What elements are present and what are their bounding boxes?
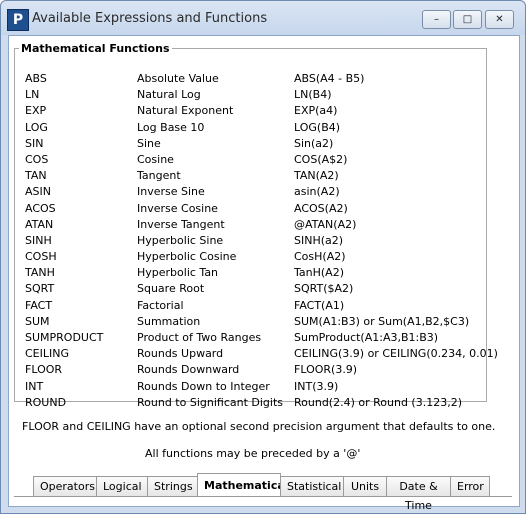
maximize-button[interactable]: □ (453, 10, 482, 29)
function-example: @ATAN(A2) (294, 217, 357, 231)
function-description: Summation (137, 314, 201, 328)
functions-group: Mathematical Functions ABS Absolute Value… (14, 42, 498, 409)
function-description: Rounds Upward (137, 347, 224, 361)
function-example: TAN(A2) (294, 169, 339, 183)
function-description: Rounds Down to Integer (137, 379, 270, 393)
function-example: CEILING(3.9) or CEILING(0.234, 0.01) (294, 347, 498, 361)
function-name: FLOOR (25, 363, 63, 377)
function-description: Inverse Sine (137, 185, 205, 199)
prefix-note: All functions may be preceded by a '@' (145, 447, 361, 460)
minimize-icon: – (434, 14, 439, 25)
function-name: SUMPRODUCT (25, 331, 104, 344)
function-example: Sin(a2) (294, 136, 334, 150)
function-example: FACT(A1) (294, 298, 345, 312)
tab-units[interactable]: Units (343, 476, 387, 496)
maximize-icon: □ (462, 14, 473, 25)
function-name: COS (25, 152, 49, 166)
function-example: CosH(A2) (294, 250, 346, 264)
tab-date-time[interactable]: Date & Time (386, 476, 451, 512)
function-example: ABS(A4 - B5) (294, 72, 365, 85)
function-name: LN (25, 88, 40, 102)
function-example: SQRT($A2) (294, 282, 354, 296)
function-example: LN(B4) (294, 88, 332, 102)
function-example: Round(2.4) or Round (3.123,2) (294, 395, 462, 409)
function-example: SINH(a2) (294, 233, 344, 247)
function-description: Inverse Tangent (137, 217, 225, 231)
function-example: ACOS(A2) (294, 201, 348, 215)
function-description: Tangent (137, 169, 181, 183)
function-name: ASIN (25, 185, 51, 199)
tab-mathematical[interactable]: Mathematical (197, 473, 289, 496)
function-description: Hyperbolic Sine (137, 233, 224, 247)
function-name: EXP (25, 104, 47, 118)
function-name: LOG (25, 120, 48, 134)
group-title: Mathematical Functions (21, 42, 170, 55)
function-description: Hyperbolic Cosine (137, 250, 237, 264)
function-description: Product of Two Ranges (137, 331, 262, 344)
function-example: INT(3.9) (294, 379, 339, 393)
function-name: INT (25, 379, 44, 393)
function-name: FACT (25, 298, 53, 312)
function-description: Factorial (137, 298, 184, 312)
function-name: SIN (25, 136, 44, 150)
tab-statistical[interactable]: Statistical (280, 476, 344, 496)
function-description: Natural Exponent (137, 104, 234, 118)
function-name: ROUND (25, 395, 67, 409)
function-description: Log Base 10 (137, 120, 205, 134)
tab-strings[interactable]: Strings (147, 476, 198, 496)
window-title: Available Expressions and Functions (32, 11, 268, 26)
function-example: COS(A$2) (294, 152, 348, 166)
tab-operators[interactable]: Operators (33, 476, 97, 496)
function-description: Sine (137, 136, 161, 150)
close-button[interactable]: ✕ (485, 10, 514, 29)
function-name: ACOS (25, 201, 56, 215)
function-name: SQRT (25, 282, 55, 296)
title-bar[interactable]: P Available Expressions and Functions – … (1, 1, 525, 35)
function-name: SINH (25, 233, 52, 247)
function-example: SUM(A1:B3) or Sum(A1,B2,$C3) (294, 314, 470, 328)
function-name: ABS (25, 72, 47, 85)
function-name: SUM (25, 314, 50, 328)
function-name: ATAN (25, 217, 54, 231)
function-example: FLOOR(3.9) (294, 363, 358, 377)
function-description: Rounds Downward (137, 363, 240, 377)
function-name: TAN (25, 169, 47, 183)
function-example: asin(A2) (294, 185, 340, 199)
close-icon: ✕ (495, 14, 504, 25)
function-example: SumProduct(A1:A3,B1:B3) (294, 331, 439, 344)
function-example: EXP(a4) (294, 104, 338, 118)
tab-strip: Operators Logical Strings Mathematical Stati… (33, 473, 490, 512)
precision-note: FLOOR and CEILING have an optional secon… (22, 420, 496, 433)
function-description: Hyperbolic Tan (137, 266, 219, 280)
function-description: Square Root (137, 282, 205, 296)
function-name: CEILING (25, 347, 69, 361)
dialog-content: Mathematical Functions ABS Absolute Value… (8, 35, 520, 512)
tab-logical[interactable]: Logical (96, 476, 148, 496)
function-description: Inverse Cosine (137, 201, 218, 215)
dialog-window: P Available Expressions and Functions – … (0, 0, 526, 514)
function-example: LOG(B4) (294, 120, 341, 134)
function-description: Absolute Value (137, 72, 219, 85)
tab-error[interactable]: Error (450, 476, 490, 496)
function-description: Natural Log (137, 88, 201, 102)
function-name: COSH (25, 250, 57, 264)
minimize-button[interactable]: – (422, 10, 451, 29)
function-name: TANH (25, 266, 55, 280)
function-example: TanH(A2) (294, 266, 344, 280)
function-description: Round to Significant Digits (137, 395, 283, 409)
function-description: Cosine (137, 152, 174, 166)
app-logo-icon: P (7, 9, 29, 31)
